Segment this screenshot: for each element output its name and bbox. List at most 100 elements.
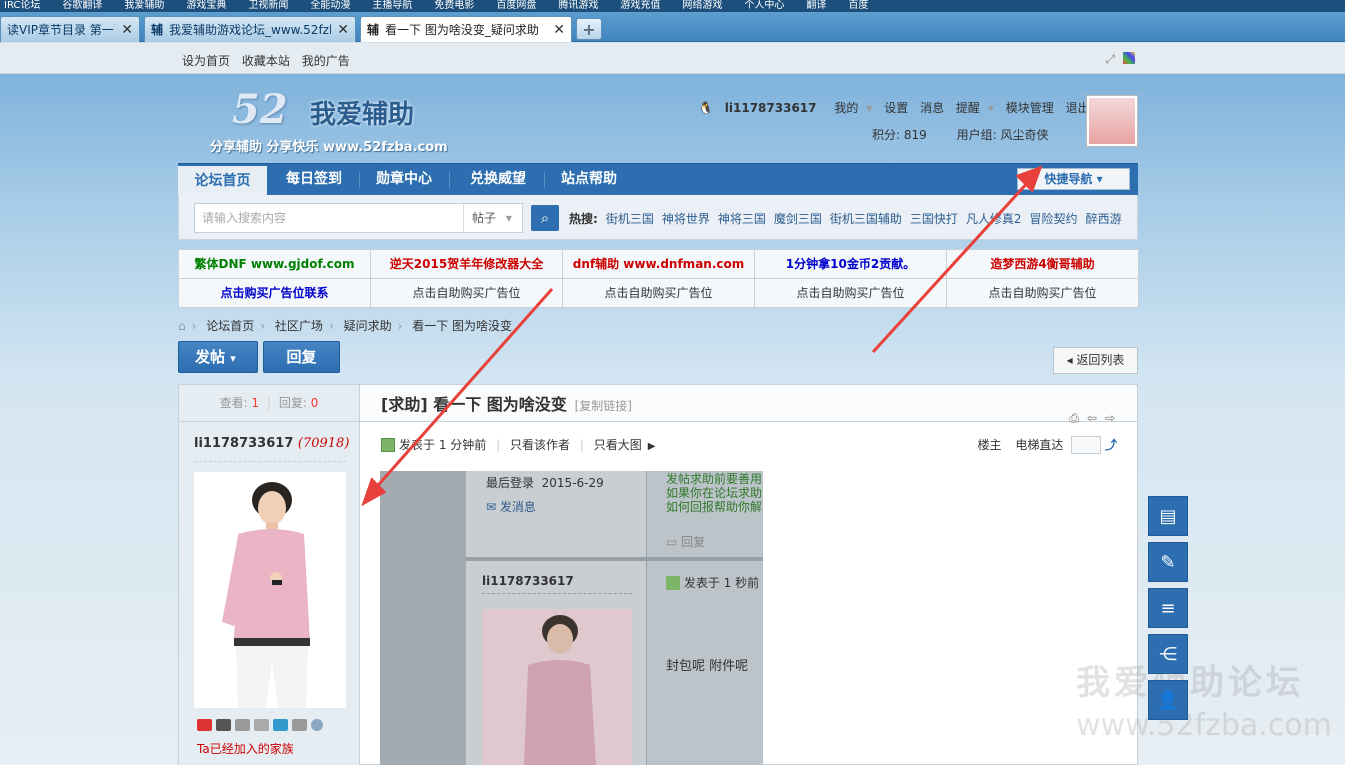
bookmark-item[interactable]: 游戏充值 xyxy=(620,0,660,11)
new-post-button[interactable]: 发帖 ▾ xyxy=(178,341,258,373)
help-icon[interactable] xyxy=(311,719,323,731)
username-link[interactable]: li1178733617 xyxy=(725,101,817,115)
bookmark-item[interactable]: 主播导航 xyxy=(372,0,412,11)
medal-icon[interactable] xyxy=(216,719,231,731)
breadcrumb-item[interactable]: 疑问求助 xyxy=(344,319,392,333)
ad-slot[interactable]: 1分钟拿10金币2贡献。 xyxy=(755,250,947,279)
reply-button[interactable]: 回复 xyxy=(263,341,340,373)
bookmark-item[interactable]: 翻译 xyxy=(806,0,826,11)
back-to-list-button[interactable]: ◂ 返回列表 xyxy=(1053,347,1138,374)
hot-searches: 热搜: 街机三国 神将世界 神将三国 魔剑三国 街机三国辅助 三国快打 凡人修真2 冒险契约 醉西… xyxy=(569,210,1130,227)
color-scheme-icon[interactable] xyxy=(1123,52,1135,64)
thread-stats: 查看: 1 | 回复: 0 xyxy=(179,385,359,422)
nav-medal-center[interactable]: 勋章中心 xyxy=(364,164,444,195)
hot-search-link[interactable]: 街机三国辅助 xyxy=(830,212,902,226)
points-link[interactable]: 积分: 819 xyxy=(872,128,927,142)
hot-search-link[interactable]: 醉西游 xyxy=(1086,212,1122,226)
breadcrumb-item[interactable]: 论坛首页 xyxy=(206,319,254,333)
bookmark-item[interactable]: 个人中心 xyxy=(744,0,784,11)
ad-slot[interactable]: 繁体DNF www.gjdof.com xyxy=(179,250,371,279)
medal-icon[interactable] xyxy=(235,719,250,731)
floating-edit-icon[interactable]: ✎ xyxy=(1148,542,1188,582)
search-input[interactable]: 请输入搜索内容 xyxy=(194,203,464,233)
tab-close-icon[interactable]: ✕ xyxy=(553,22,565,38)
print-icon[interactable]: ⎙ xyxy=(1069,398,1079,438)
jump-icon[interactable]: ⤴ xyxy=(1105,438,1117,452)
hot-search-link[interactable]: 冒险契约 xyxy=(1030,212,1078,226)
bookmark-item[interactable]: 卫视新闻 xyxy=(248,0,288,11)
usergroup-link[interactable]: 用户组: 风尘奇侠 xyxy=(957,128,1049,142)
hot-search-link[interactable]: 街机三国 xyxy=(606,212,654,226)
my-ads-link[interactable]: 我的广告 xyxy=(302,54,350,68)
breadcrumb-item[interactable]: 看一下 图为啥没变 xyxy=(412,319,512,333)
ad-slot[interactable]: 点击自助购买广告位 xyxy=(947,279,1139,308)
only-pictures-link[interactable]: 只看大图 xyxy=(594,438,642,452)
logo-tagline: 分享辅助 分享快乐 www.52fzba.com xyxy=(210,140,448,155)
messages-link[interactable]: 消息 xyxy=(920,101,944,115)
new-tab-button[interactable]: + xyxy=(576,18,602,40)
site-logo[interactable]: 52 我爱辅助 分享辅助 分享快乐 www.52fzba.com xyxy=(210,86,448,155)
ad-slot[interactable]: 点击购买广告位联系 xyxy=(179,279,371,308)
medal-icon[interactable] xyxy=(197,719,212,731)
breadcrumb-item[interactable]: 社区广场 xyxy=(275,319,323,333)
medal-icon[interactable] xyxy=(254,719,269,731)
nav-daily-checkin[interactable]: 每日签到 xyxy=(274,164,354,195)
hot-search-link[interactable]: 神将三国 xyxy=(718,212,766,226)
module-admin-link[interactable]: 模块管理 xyxy=(1006,101,1054,115)
quick-nav-button[interactable]: 快捷导航 ▾ xyxy=(1017,168,1130,190)
ad-slot[interactable]: 造梦西游4衡哥辅助 xyxy=(947,250,1139,279)
ad-slot[interactable]: 点击自助购买广告位 xyxy=(371,279,563,308)
browser-tab-2[interactable]: 辅我爱辅助游戏论坛_www.52fzb ✕ xyxy=(144,16,356,42)
next-thread-icon[interactable]: ⇨ xyxy=(1105,398,1115,438)
home-icon[interactable]: ⌂ xyxy=(178,319,186,333)
floating-post-icon[interactable]: ▤ xyxy=(1148,496,1188,536)
hot-search-link[interactable]: 魔剑三国 xyxy=(774,212,822,226)
ad-slot[interactable]: 点击自助购买广告位 xyxy=(563,279,755,308)
bookmark-item[interactable]: IRC论坛 xyxy=(4,0,40,11)
hot-search-link[interactable]: 凡人修真2 xyxy=(966,212,1022,226)
bookmark-item[interactable]: 腾讯游戏 xyxy=(558,0,598,11)
my-menu-link[interactable]: 我的 xyxy=(834,101,858,115)
breadcrumb: ⌂ › 论坛首页 › 社区广场 › 疑问求助 › 看一下 图为啥没变 xyxy=(178,319,513,333)
floating-list-icon[interactable]: ≡ xyxy=(1148,588,1188,628)
bookmark-item[interactable]: 百度 xyxy=(848,0,868,11)
ad-slot[interactable]: 点击自助购买广告位 xyxy=(755,279,947,308)
floating-share-icon[interactable]: ⋲ xyxy=(1148,634,1188,674)
bookmark-item[interactable]: 全能动漫 xyxy=(310,0,350,11)
nav-site-help[interactable]: 站点帮助 xyxy=(548,164,630,195)
ad-slot[interactable]: dnf辅助 www.dnfman.com xyxy=(563,250,755,279)
browser-tab-active[interactable]: 辅看一下 图为啥没变_疑问求助 ✕ xyxy=(360,16,572,42)
author-name[interactable]: li1178733617 (70918) xyxy=(194,436,349,451)
ad-slot[interactable]: 逆天2015贺羊年修改器大全 xyxy=(371,250,563,279)
medal-icon[interactable] xyxy=(292,719,307,731)
set-homepage-link[interactable]: 设为首页 xyxy=(182,54,230,68)
search-type-select[interactable]: 帖子 ▾ xyxy=(463,203,523,233)
author-avatar[interactable] xyxy=(194,472,346,708)
medal-icon[interactable] xyxy=(273,719,288,731)
user-avatar[interactable] xyxy=(1086,95,1138,147)
copy-link[interactable]: [复制链接] xyxy=(575,399,632,413)
prev-thread-icon[interactable]: ⇦ xyxy=(1087,398,1097,438)
floating-user-icon[interactable]: 👤 xyxy=(1148,680,1188,720)
settings-link[interactable]: 设置 xyxy=(884,101,908,115)
tab-close-icon[interactable]: ✕ xyxy=(337,22,349,38)
search-button[interactable]: ⌕ xyxy=(531,205,559,231)
bookmark-item[interactable]: 网络游戏 xyxy=(682,0,722,11)
bookmark-item[interactable]: 谷歌翻译 xyxy=(62,0,102,11)
bookmark-item[interactable]: 免费电影 xyxy=(434,0,474,11)
tab-label: 辅看一下 图为啥没变_疑问求助 xyxy=(367,23,539,37)
hot-search-link[interactable]: 神将世界 xyxy=(662,212,710,226)
fullscreen-icon[interactable]: ⤢ xyxy=(1105,52,1115,67)
bookmark-site-link[interactable]: 收藏本站 xyxy=(242,54,290,68)
nav-forum-home[interactable]: 论坛首页 xyxy=(178,164,267,195)
bookmark-item[interactable]: 游戏宝典 xyxy=(186,0,226,11)
floor-jump-input[interactable] xyxy=(1071,436,1102,454)
reminders-link[interactable]: 提醒 xyxy=(956,101,980,115)
bookmark-item[interactable]: 百度网盘 xyxy=(496,0,536,11)
only-author-link[interactable]: 只看该作者 xyxy=(510,438,570,452)
browser-tab-1[interactable]: 读VIP章节目录 第一百 ✕ xyxy=(0,16,140,42)
nav-exchange-prestige[interactable]: 兑换威望 xyxy=(454,164,542,195)
hot-search-link[interactable]: 三国快打 xyxy=(910,212,958,226)
tab-close-icon[interactable]: ✕ xyxy=(121,22,133,38)
bookmark-item[interactable]: 我爱辅助 xyxy=(124,0,164,11)
